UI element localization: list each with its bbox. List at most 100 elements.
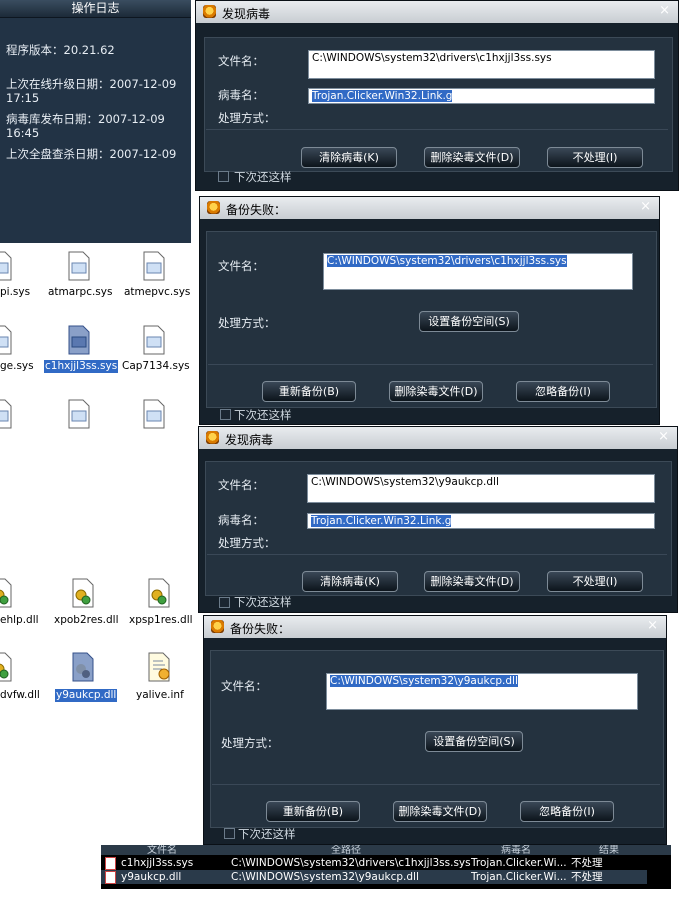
file-name-label: 文件名： bbox=[221, 679, 267, 693]
dialog-titlebar[interactable]: 备份失败： × bbox=[204, 616, 666, 638]
delete-infected-file-button[interactable]: 删除染毒文件(D) bbox=[389, 381, 483, 402]
dialog-title: 备份失败： bbox=[226, 203, 287, 217]
table-row[interactable]: y9aukcp.dll C:\WINDOWS\system32\y9aukcp.… bbox=[101, 870, 647, 884]
delete-infected-file-button[interactable]: 删除染毒文件(D) bbox=[393, 801, 487, 822]
action-label: 处理方式： bbox=[221, 736, 279, 750]
virus-found-dialog: 发现病毒 × 文件名： C:\WINDOWS\system32\drivers\… bbox=[195, 0, 679, 191]
file-name-field[interactable]: C:\WINDOWS\system32\y9aukcp.dll bbox=[307, 474, 655, 503]
backup-failed-dialog: 备份失败： × 文件名： C:\WINDOWS\system32\drivers… bbox=[199, 196, 660, 425]
file-label[interactable]: xpsp1res.dll bbox=[129, 614, 193, 627]
dialog-title: 备份失败： bbox=[230, 622, 291, 636]
remember-checkbox[interactable] bbox=[220, 409, 231, 420]
divider bbox=[206, 129, 668, 130]
sys-file-icon[interactable] bbox=[0, 251, 14, 281]
sys-file-icon[interactable] bbox=[66, 251, 92, 281]
close-icon[interactable]: × bbox=[658, 429, 669, 444]
skip-backup-button[interactable]: 忽略备份(I) bbox=[520, 801, 614, 822]
divider bbox=[212, 784, 660, 785]
delete-infected-file-button[interactable]: 删除染毒文件(D) bbox=[424, 147, 520, 168]
dialog-title: 发现病毒 bbox=[222, 7, 271, 21]
dialog-title: 发现病毒 bbox=[225, 433, 274, 447]
dll-file-icon[interactable] bbox=[70, 578, 96, 608]
clean-virus-button[interactable]: 清除病毒(K) bbox=[302, 571, 398, 592]
dll-file-icon[interactable] bbox=[0, 578, 14, 608]
file-label[interactable]: dvfw.dll bbox=[0, 689, 40, 702]
file-label[interactable]: yalive.inf bbox=[136, 689, 184, 702]
sys-file-icon[interactable] bbox=[141, 399, 167, 429]
sys-file-icon-selected[interactable] bbox=[66, 325, 92, 355]
ignore-button[interactable]: 不处理(I) bbox=[547, 571, 643, 592]
virus-name-label: 病毒名： bbox=[218, 513, 264, 527]
action-label: 处理方式： bbox=[218, 316, 276, 330]
action-label: 处理方式： bbox=[218, 536, 276, 550]
virusdb-time: 16:45 bbox=[6, 126, 40, 140]
close-icon[interactable]: × bbox=[640, 199, 651, 214]
file-label-selected[interactable]: c1hxjjl3ss.sys bbox=[44, 360, 119, 373]
sys-file-icon[interactable] bbox=[0, 399, 14, 429]
column-header-virus[interactable]: 病毒名 bbox=[501, 845, 531, 855]
sys-file-icon[interactable] bbox=[141, 325, 167, 355]
dll-file-icon[interactable] bbox=[146, 578, 172, 608]
retry-backup-button[interactable]: 重新备份(B) bbox=[262, 381, 356, 402]
remember-checkbox[interactable] bbox=[219, 597, 230, 608]
inf-file-icon[interactable] bbox=[146, 652, 172, 682]
row-filename: y9aukcp.dll bbox=[121, 871, 182, 883]
ignore-button[interactable]: 不处理(I) bbox=[547, 147, 643, 168]
retry-backup-button[interactable]: 重新备份(B) bbox=[266, 801, 360, 822]
file-name-field[interactable]: C:\WINDOWS\system32\drivers\c1hxjjl3ss.s… bbox=[308, 50, 655, 79]
dialog-titlebar[interactable]: 发现病毒 × bbox=[199, 427, 677, 449]
remember-checkbox-label[interactable]: 下次还这样 bbox=[234, 169, 292, 185]
table-header: 文件名 全路径 病毒名 结果 bbox=[101, 845, 671, 855]
row-path: C:\WINDOWS\system32\drivers\c1hxjjl3ss.s… bbox=[231, 857, 471, 869]
remember-checkbox[interactable] bbox=[218, 171, 229, 182]
file-label[interactable]: Cap7134.sys bbox=[122, 360, 190, 373]
last-upgrade-time: 17:15 bbox=[6, 91, 40, 105]
clean-virus-button[interactable]: 清除病毒(K) bbox=[301, 147, 397, 168]
sys-file-icon[interactable] bbox=[66, 399, 92, 429]
last-upgrade-date: 上次在线升级日期：2007-12-09 bbox=[6, 77, 177, 91]
sys-file-icon[interactable] bbox=[0, 325, 14, 355]
divider bbox=[207, 554, 667, 555]
row-result: 不处理 bbox=[571, 857, 603, 869]
row-result: 不处理 bbox=[571, 871, 603, 883]
file-name-field[interactable]: C:\WINDOWS\system32\drivers\c1hxjjl3ss.s… bbox=[323, 253, 633, 290]
remember-checkbox-label[interactable]: 下次还这样 bbox=[234, 594, 292, 610]
file-name-label: 文件名： bbox=[218, 259, 264, 273]
virus-name-field[interactable]: Trojan.Clicker.Win32.Link.g bbox=[307, 513, 655, 529]
file-label[interactable]: xpob2res.dll bbox=[54, 614, 119, 627]
file-label-selected[interactable]: y9aukcp.dll bbox=[55, 689, 118, 702]
divider bbox=[208, 364, 653, 365]
dialog-titlebar[interactable]: 发现病毒 × bbox=[196, 1, 678, 23]
file-label[interactable]: ge.sys bbox=[0, 360, 34, 373]
close-icon[interactable]: × bbox=[659, 3, 670, 18]
file-label[interactable]: atmarpc.sys bbox=[48, 286, 112, 299]
scan-result-table: 文件名 全路径 病毒名 结果 c1hxjjl3ss.sys C:\WINDOWS… bbox=[101, 845, 671, 889]
close-icon[interactable]: × bbox=[647, 618, 658, 633]
table-row[interactable]: c1hxjjl3ss.sys C:\WINDOWS\system32\drive… bbox=[101, 856, 647, 870]
sys-file-icon[interactable] bbox=[141, 251, 167, 281]
remember-checkbox[interactable] bbox=[224, 828, 235, 839]
skip-backup-button[interactable]: 忽略备份(I) bbox=[516, 381, 610, 402]
last-fullscan-date: 上次全盘查杀日期：2007-12-09 bbox=[6, 147, 177, 161]
virus-name-field[interactable]: Trojan.Clicker.Win32.Link.g bbox=[308, 88, 655, 104]
row-virus: Trojan.Clicker.Wi... bbox=[471, 857, 567, 869]
dll-file-icon[interactable] bbox=[0, 652, 14, 682]
dll-file-icon-selected[interactable] bbox=[70, 652, 96, 682]
file-label[interactable]: pi.sys bbox=[0, 286, 30, 299]
delete-infected-file-button[interactable]: 删除染毒文件(D) bbox=[424, 571, 520, 592]
dialog-titlebar[interactable]: 备份失败： × bbox=[200, 197, 659, 219]
column-header-filename[interactable]: 文件名 bbox=[147, 845, 177, 855]
remember-checkbox-label[interactable]: 下次还这样 bbox=[238, 826, 296, 842]
file-label[interactable]: ehlp.dll bbox=[0, 614, 39, 627]
column-header-result[interactable]: 结果 bbox=[599, 845, 619, 855]
file-label[interactable]: atmepvc.sys bbox=[124, 286, 190, 299]
remember-checkbox-label[interactable]: 下次还这样 bbox=[234, 407, 292, 423]
set-backup-space-button[interactable]: 设置备份空间(S) bbox=[419, 311, 519, 332]
app-shield-icon bbox=[206, 431, 219, 444]
row-virus: Trojan.Clicker.Wi... bbox=[471, 871, 567, 883]
column-header-path[interactable]: 全路径 bbox=[331, 845, 361, 855]
file-name-field[interactable]: C:\WINDOWS\system32\y9aukcp.dll bbox=[326, 673, 638, 710]
virus-file-icon bbox=[105, 857, 116, 870]
row-filename: c1hxjjl3ss.sys bbox=[121, 857, 194, 869]
set-backup-space-button[interactable]: 设置备份空间(S) bbox=[425, 731, 523, 752]
